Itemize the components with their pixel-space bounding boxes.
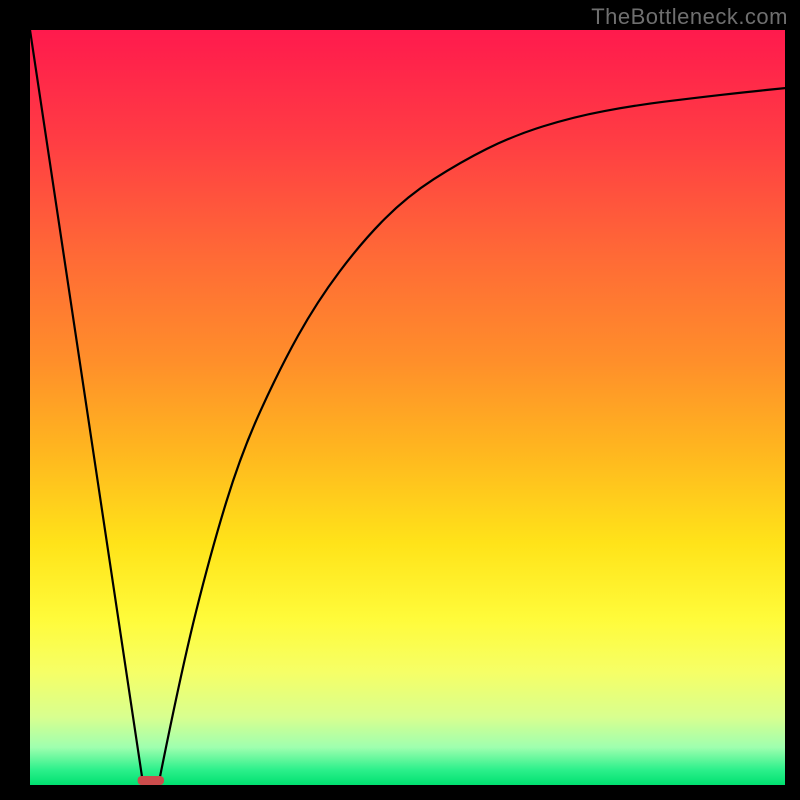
watermark-text: TheBottleneck.com <box>591 4 788 30</box>
curve-right-branch <box>158 88 785 785</box>
chart-frame: TheBottleneck.com <box>0 0 800 800</box>
plot-area <box>30 30 785 785</box>
curve-left-branch <box>30 30 143 785</box>
chart-svg <box>30 30 785 785</box>
minimum-marker <box>138 776 164 785</box>
